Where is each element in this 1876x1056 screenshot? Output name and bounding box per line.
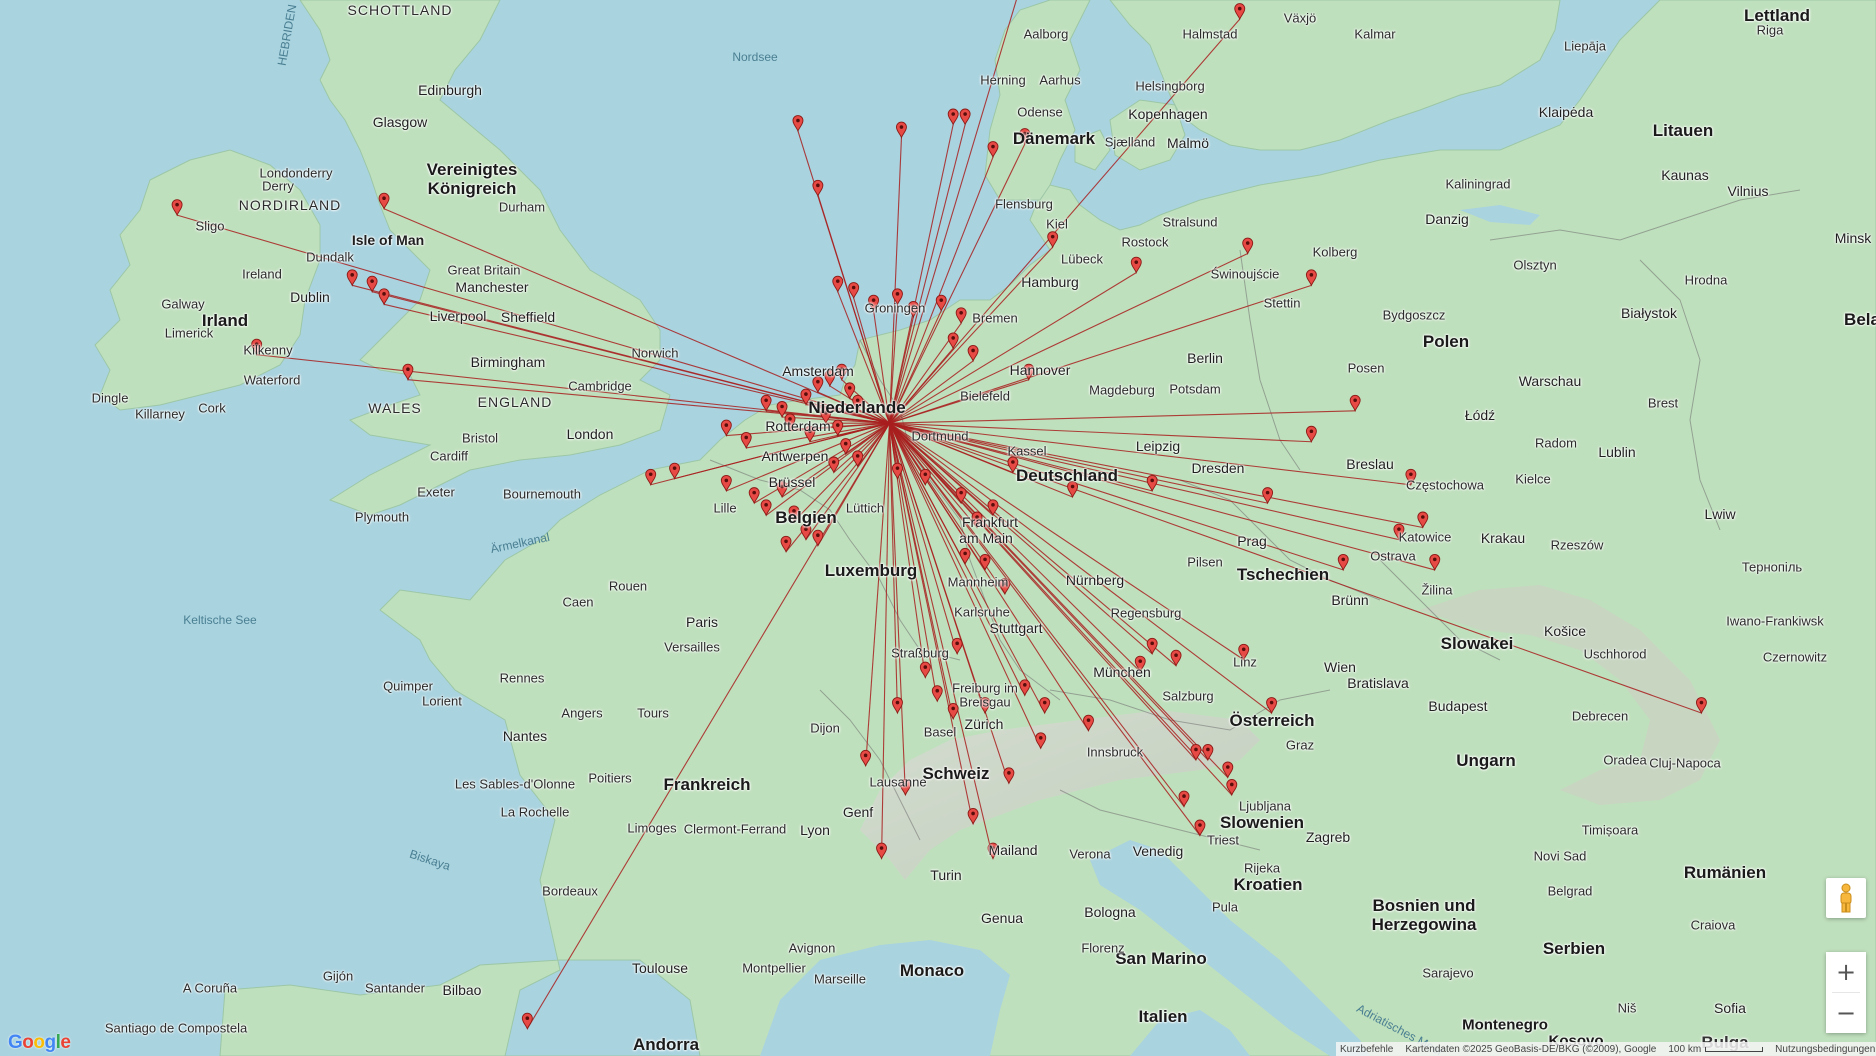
zoom-out-button[interactable]: − [1826,993,1866,1033]
pegman-figure-icon [1840,883,1852,913]
terms-link[interactable]: Nutzungsbedingungen [1775,1044,1875,1055]
scale-label: 100 km [1668,1043,1702,1055]
zoom-in-button[interactable]: + [1826,952,1866,992]
scale-control[interactable]: 100 km [1668,1043,1764,1055]
map-canvas[interactable]: Nordsee Keltische See Ärmelkanal Biskaya… [0,0,1876,1056]
map-data-attribution: Kartendaten ©2025 GeoBasis-DE/BKG (©2009… [1405,1043,1657,1055]
map-base-layer [0,0,1876,1056]
zoom-controls: + − [1826,952,1866,1033]
map-footer: Kurzbefehle Kartendaten ©2025 GeoBasis-D… [1336,1042,1876,1056]
keyboard-shortcuts-link[interactable]: Kurzbefehle [1340,1044,1393,1055]
pegman-icon[interactable] [1826,878,1866,918]
scale-bar [1705,1046,1764,1052]
google-logo[interactable]: Google [8,1032,71,1054]
